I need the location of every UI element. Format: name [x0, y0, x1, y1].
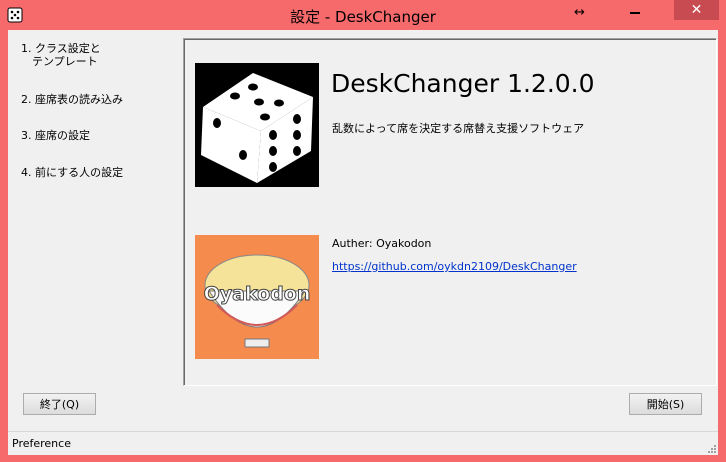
nav-item-seat-settings[interactable]: 3. 座席の設定 — [21, 129, 90, 142]
settings-nav: 1. クラス設定と テンプレート 2. 座席表の読み込み 3. 座席の設定 4.… — [8, 30, 178, 420]
window-title: 設定 - DeskChanger — [290, 8, 436, 26]
nav-item-front-people[interactable]: 4. 前にする人の設定 — [21, 166, 123, 179]
status-text: Preference — [12, 437, 71, 450]
author-label: Auther: Oyakodon — [332, 237, 432, 250]
repo-link[interactable]: https://github.com/oykdn2109/DeskChanger — [332, 260, 577, 273]
about-panel: DeskChanger 1.2.0.0 乱数によって席を決定する席替え支援ソフト… — [183, 38, 717, 386]
dice-logo-image — [195, 63, 319, 187]
client-area: 1. クラス設定と テンプレート 2. 座席表の読み込み 3. 座席の設定 4.… — [8, 30, 718, 455]
author-logo-image: Oyakodon — [195, 235, 319, 359]
status-bar: Preference — [8, 431, 718, 455]
app-window: 設定 - DeskChanger ↔ ✕ 1. クラス設定と テンプレート 2.… — [0, 0, 726, 462]
minimize-button[interactable] — [622, 0, 648, 20]
author-logo-text: Oyakodon — [203, 283, 311, 306]
exit-button[interactable]: 終了(Q) — [23, 393, 96, 415]
close-button[interactable]: ✕ — [674, 0, 719, 20]
app-description: 乱数によって席を決定する席替え支援ソフトウェア — [332, 122, 585, 135]
nav-item-load-seating[interactable]: 2. 座席表の読み込み — [21, 93, 123, 106]
title-bar[interactable]: 設定 - DeskChanger ↔ ✕ — [0, 0, 726, 30]
resize-icon: ↔ — [574, 5, 585, 20]
resize-grip-icon[interactable] — [706, 443, 716, 453]
start-button[interactable]: 開始(S) — [629, 393, 702, 415]
nav-item-class-settings[interactable]: 1. クラス設定と テンプレート — [21, 42, 101, 68]
app-name: DeskChanger 1.2.0.0 — [331, 69, 595, 98]
